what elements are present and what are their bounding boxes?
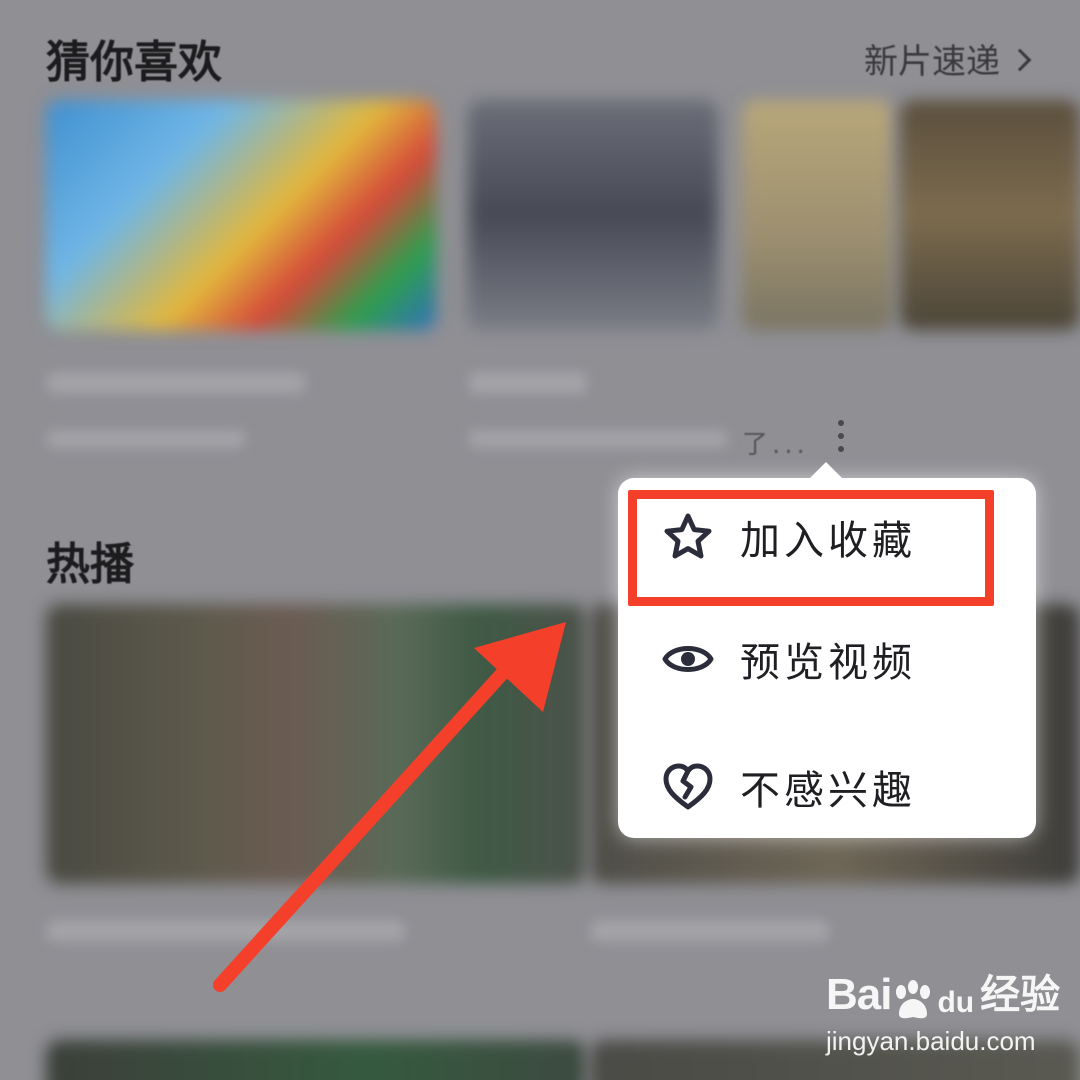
watermark-url: jingyan.baidu.com — [826, 1026, 1036, 1056]
new-releases-link[interactable]: 新片速递 — [864, 34, 1032, 83]
video-thumbnail[interactable] — [468, 100, 718, 330]
video-thumbnail[interactable] — [742, 100, 892, 330]
watermark-brand-cn: 经验 — [980, 973, 1061, 1017]
paw-icon — [896, 980, 931, 1019]
menu-item-label: 不感兴趣 — [740, 768, 916, 814]
chevron-right-icon — [1008, 48, 1032, 71]
baidu-jingyan-watermark: Bai du 经验 jingyan.baidu.com — [826, 962, 1066, 1062]
menu-item-label: 预览视频 — [740, 640, 916, 686]
video-thumbnail[interactable] — [46, 604, 586, 884]
more-options-icon[interactable] — [838, 420, 844, 452]
section-title-guess: 猜你喜欢 — [46, 37, 222, 88]
video-thumbnail[interactable] — [900, 100, 1080, 330]
video-title-placeholder — [590, 920, 830, 942]
broken-heart-icon — [663, 763, 713, 810]
menu-item-preview-video[interactable]: 预览视频 — [618, 600, 1036, 718]
video-subtitle-placeholder — [46, 430, 246, 448]
menu-item-not-interested[interactable]: 不感兴趣 — [618, 728, 1036, 846]
video-title-placeholder — [46, 920, 406, 942]
truncated-text: 了... — [742, 430, 809, 460]
watermark-brand-du: du — [937, 986, 975, 1019]
video-title-placeholder — [46, 372, 306, 394]
section-title-hot: 热播 — [46, 539, 134, 590]
eye-icon — [662, 646, 714, 672]
watermark-brand: Bai — [826, 970, 892, 1019]
video-thumbnail[interactable] — [46, 1040, 586, 1080]
video-thumbnail[interactable] — [46, 100, 436, 330]
new-releases-label: 新片速递 — [864, 42, 1000, 82]
highlight-box — [628, 490, 994, 606]
video-subtitle-placeholder — [468, 430, 728, 448]
video-title-placeholder — [468, 372, 588, 394]
